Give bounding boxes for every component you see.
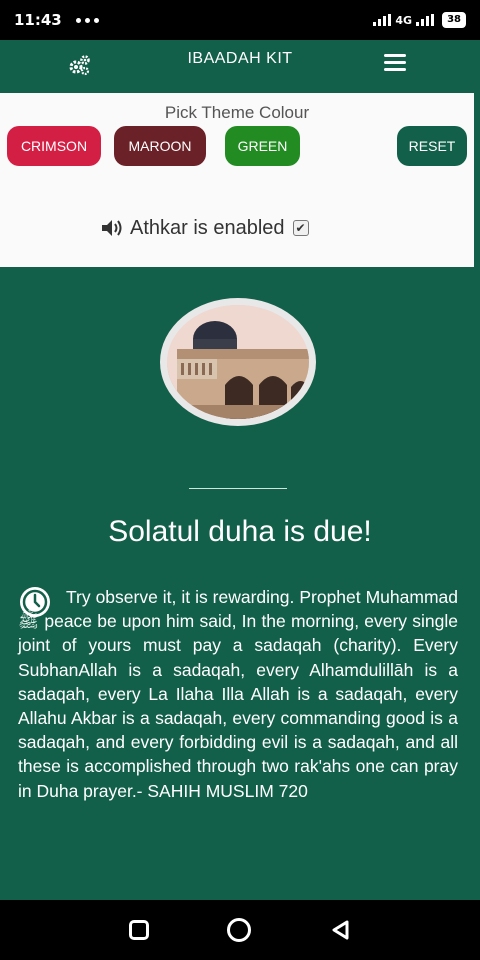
app-title: IBAADAH KIT bbox=[187, 50, 293, 67]
mosque-image bbox=[167, 305, 309, 419]
reset-button[interactable]: RESET bbox=[397, 126, 467, 166]
back-button[interactable] bbox=[329, 919, 351, 941]
athkar-checkbox[interactable]: ✔ bbox=[292, 220, 309, 236]
recents-button[interactable] bbox=[129, 920, 149, 940]
app-header: IBAADAH KIT bbox=[0, 40, 480, 90]
hadith-text: Try observe it, it is rewarding. Prophet… bbox=[18, 587, 458, 801]
prayer-headline: Solatul duha is due! bbox=[108, 515, 372, 548]
status-time: 11:43 bbox=[14, 11, 62, 29]
theme-panel: Pick Theme Colour CRIMSON MAROON GREEN R… bbox=[0, 93, 474, 267]
network-type: 4G bbox=[395, 13, 413, 27]
notification-dots-icon bbox=[75, 17, 99, 23]
speaker-icon bbox=[102, 220, 122, 236]
menu-icon[interactable] bbox=[384, 54, 406, 72]
mosque-image-frame bbox=[160, 298, 316, 426]
signal-icon bbox=[373, 14, 392, 26]
theme-panel-label: Pick Theme Colour bbox=[164, 103, 310, 122]
status-bar: 11:43 4G 38 bbox=[0, 0, 480, 40]
athkar-label: Athkar is enabled bbox=[130, 216, 285, 239]
signal-icon-2 bbox=[416, 14, 435, 26]
home-button[interactable] bbox=[227, 918, 251, 942]
athkar-toggle-row: Athkar is enabled ✔ bbox=[100, 213, 309, 243]
green-button[interactable]: GREEN bbox=[225, 126, 300, 166]
system-nav-bar bbox=[0, 900, 480, 960]
maroon-button[interactable]: MAROON bbox=[114, 126, 206, 166]
divider bbox=[189, 488, 287, 489]
crimson-button[interactable]: CRIMSON bbox=[7, 126, 101, 166]
battery-icon: 38 bbox=[442, 12, 466, 28]
